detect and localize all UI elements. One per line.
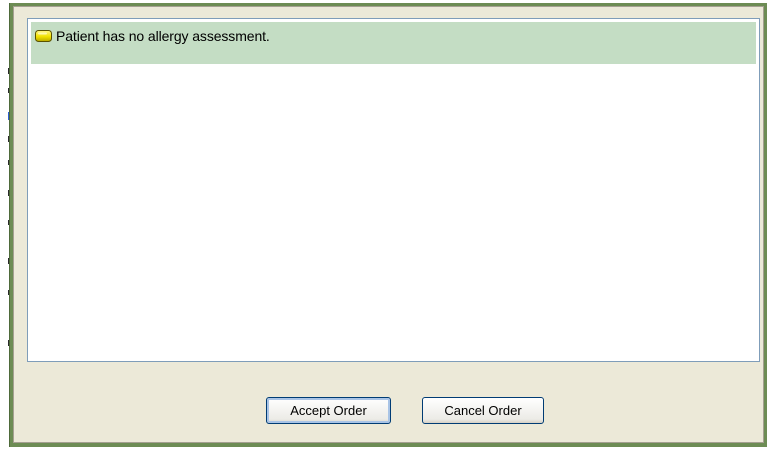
dialog-body: Patient has no allergy assessment. Accep… bbox=[13, 6, 764, 443]
message-row[interactable]: Patient has no allergy assessment. bbox=[31, 22, 756, 64]
order-warning-dialog: Patient has no allergy assessment. Accep… bbox=[9, 3, 767, 447]
message-text: Patient has no allergy assessment. bbox=[56, 28, 270, 44]
cancel-order-button[interactable]: Cancel Order bbox=[422, 397, 544, 424]
accept-order-button[interactable]: Accept Order bbox=[266, 397, 391, 424]
background-window-edge bbox=[0, 0, 10, 451]
button-bar: Accept Order Cancel Order bbox=[14, 397, 763, 427]
message-list[interactable]: Patient has no allergy assessment. bbox=[27, 18, 760, 362]
yellow-alert-icon bbox=[35, 30, 52, 42]
